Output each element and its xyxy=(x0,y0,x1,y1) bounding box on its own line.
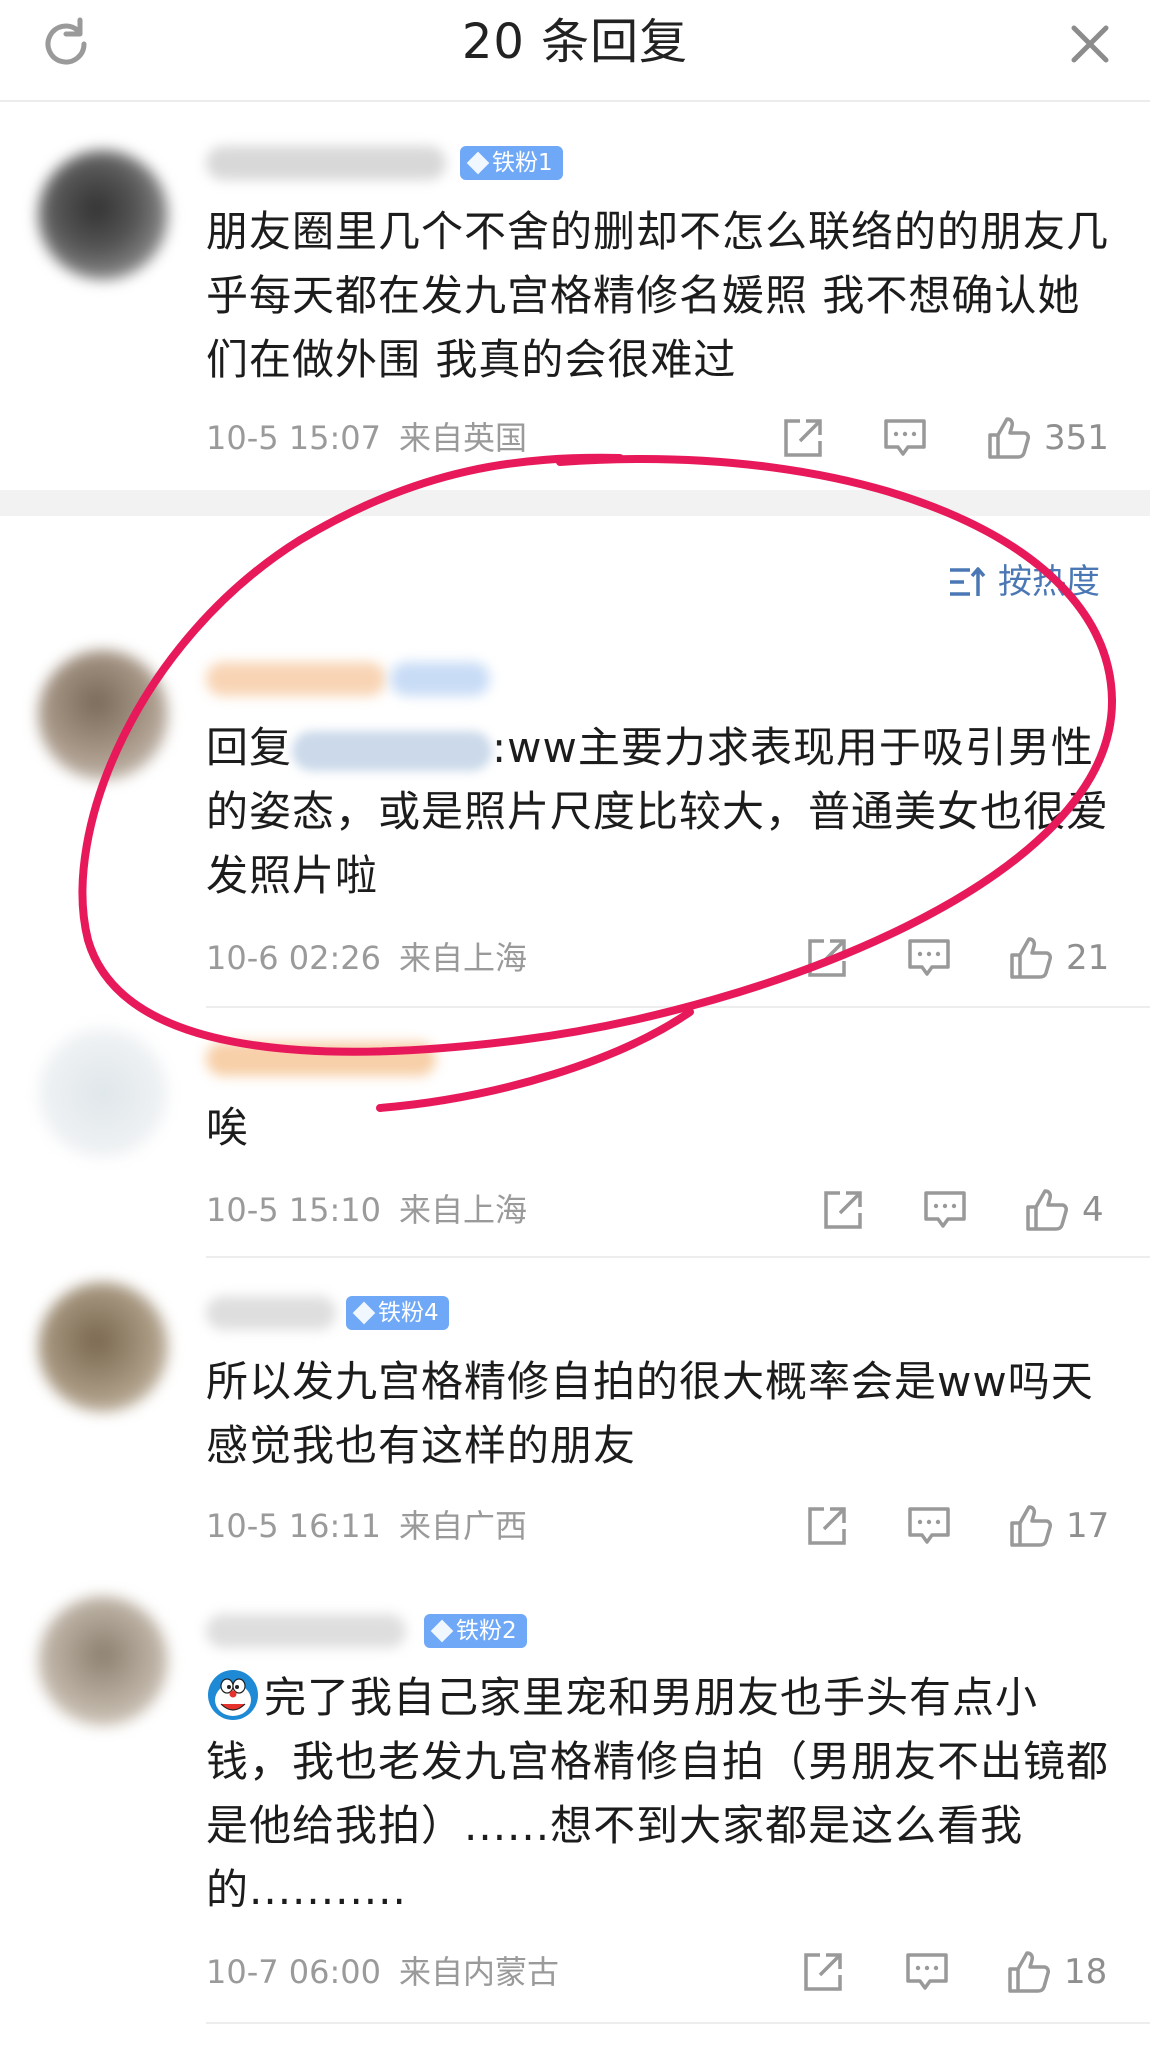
like-button[interactable]: 4 xyxy=(1024,1182,1104,1238)
comment-text: 朋友圈里几个不舍的删却不怎么联络的的朋友几乎每天都在发九宫格精修名媛照 我不想确… xyxy=(206,207,1110,384)
diamond-icon xyxy=(466,151,490,175)
comment-location: 来自内蒙古 xyxy=(399,1953,560,1991)
comment-text: 回复:ww主要力求表现用于吸引男性的姿态，或是照片尺度比较大，普通美女也很爱发照… xyxy=(206,716,1111,908)
comment-actions: 351 xyxy=(780,410,1150,466)
doraemon-emoji-icon xyxy=(208,1670,258,1720)
header-bar: 20 条回复 xyxy=(0,0,1150,102)
avatar[interactable] xyxy=(38,1028,168,1158)
username-blurred[interactable] xyxy=(206,1614,406,1648)
reply-button[interactable] xyxy=(906,1498,952,1554)
comment-location: 来自上海 xyxy=(399,939,528,977)
username-blurred[interactable] xyxy=(206,1296,336,1330)
comment-actions: 18 xyxy=(800,1944,1150,2000)
comment-icon xyxy=(906,1953,948,1990)
share-icon xyxy=(808,939,846,977)
comment-text: 完了我自己家里宠和男朋友也手头有点小钱，我也老发九宫格精修自拍（男朋友不出镜都是… xyxy=(206,1666,1111,1922)
comment-divider xyxy=(206,2022,1150,2024)
mentioned-user-blurred[interactable] xyxy=(292,730,493,771)
comment-meta: 10-7 06:00 来自内蒙古 xyxy=(206,1952,559,1992)
comment-text: 所以发九宫格精修自拍的很大概率会是ww吗天 感觉我也有这样的朋友 xyxy=(206,1357,1094,1470)
comment-meta: 10-5 15:10 来自上海 xyxy=(206,1190,527,1230)
fan-badge-label: 铁粉2 xyxy=(456,1618,517,1644)
comment-icon xyxy=(908,939,950,976)
comment-icon xyxy=(924,1191,966,1228)
fan-badge-label: 铁粉4 xyxy=(378,1300,439,1326)
avatar[interactable] xyxy=(38,650,168,780)
reply-button[interactable] xyxy=(882,410,928,466)
like-button[interactable]: 351 xyxy=(986,410,1109,466)
fan-badge-label: 铁粉1 xyxy=(492,150,553,176)
share-icon xyxy=(804,1953,842,1991)
like-count: 17 xyxy=(1066,1506,1110,1546)
thumbs-up-icon xyxy=(1026,1189,1068,1231)
comment-text: 唉 xyxy=(206,1103,250,1152)
like-count: 18 xyxy=(1064,1952,1108,1992)
comment-icon xyxy=(908,1507,950,1544)
comment-actions: 17 xyxy=(804,1498,1150,1554)
share-button[interactable] xyxy=(804,930,850,986)
like-button[interactable]: 21 xyxy=(1008,930,1109,986)
fan-badge: 铁粉4 xyxy=(346,1296,449,1330)
username-blurred[interactable] xyxy=(206,662,386,696)
close-icon[interactable] xyxy=(1060,14,1120,74)
fan-badge: 铁粉1 xyxy=(460,146,563,180)
diamond-icon xyxy=(352,1301,376,1325)
page-title: 20 条回复 xyxy=(461,14,689,70)
share-button[interactable] xyxy=(804,1498,850,1554)
share-button[interactable] xyxy=(800,1944,846,2000)
share-icon xyxy=(824,1191,862,1229)
comment-meta: 10-5 16:11 来自广西 xyxy=(206,1506,527,1546)
like-count: 21 xyxy=(1066,938,1110,978)
share-icon xyxy=(808,1507,846,1545)
sort-label: 按热度 xyxy=(998,562,1100,602)
sort-icon xyxy=(950,567,986,596)
comment-divider xyxy=(206,1006,1150,1008)
like-count: 351 xyxy=(1044,418,1109,458)
thumbs-up-icon xyxy=(1010,937,1052,979)
comment-icon xyxy=(884,419,926,456)
comment-meta: 10-6 02:26 来自上海 xyxy=(206,938,527,978)
username-blurred[interactable] xyxy=(206,146,446,180)
comment-meta: 10-5 15:07 来自英国 xyxy=(206,418,527,458)
thumbs-up-icon xyxy=(988,417,1030,459)
comment-actions: 21 xyxy=(804,930,1150,986)
sort-toggle[interactable]: 按热度 xyxy=(948,560,1100,604)
reply-button[interactable] xyxy=(906,930,952,986)
comment-date: 10-7 06:00 xyxy=(206,1953,382,1991)
avatar[interactable] xyxy=(38,1596,168,1726)
comment-location: 来自上海 xyxy=(399,1191,528,1229)
like-button[interactable]: 17 xyxy=(1008,1498,1109,1554)
avatar[interactable] xyxy=(38,150,168,280)
like-button[interactable]: 18 xyxy=(1006,1944,1107,2000)
comment-divider xyxy=(206,1256,1150,1258)
thumbs-up-icon xyxy=(1008,1951,1050,1993)
comment-actions: 4 xyxy=(820,1182,1150,1238)
comment-date: 10-5 16:11 xyxy=(206,1507,382,1545)
fan-badge-blurred xyxy=(390,662,490,696)
comment-date: 10-5 15:07 xyxy=(206,419,382,457)
section-separator xyxy=(0,490,1150,516)
comment-date: 10-6 02:26 xyxy=(206,939,382,977)
username-blurred[interactable] xyxy=(206,1042,436,1076)
reply-button[interactable] xyxy=(904,1944,950,2000)
share-icon xyxy=(784,419,822,457)
comment-location: 来自英国 xyxy=(399,419,528,457)
like-count: 4 xyxy=(1082,1190,1104,1230)
diamond-icon xyxy=(430,1619,454,1643)
share-button[interactable] xyxy=(780,410,826,466)
share-button[interactable] xyxy=(820,1182,866,1238)
reply-prefix: 回复 xyxy=(206,723,293,772)
comment-body: 完了我自己家里宠和男朋友也手头有点小钱，我也老发九宫格精修自拍（男朋友不出镜都是… xyxy=(206,1673,1110,1914)
fan-badge: 铁粉2 xyxy=(424,1614,527,1648)
avatar[interactable] xyxy=(38,1282,168,1412)
comment-date: 10-5 15:10 xyxy=(206,1191,382,1229)
thumbs-up-icon xyxy=(1010,1505,1052,1547)
comment-location: 来自广西 xyxy=(399,1507,528,1545)
reply-button[interactable] xyxy=(922,1182,968,1238)
